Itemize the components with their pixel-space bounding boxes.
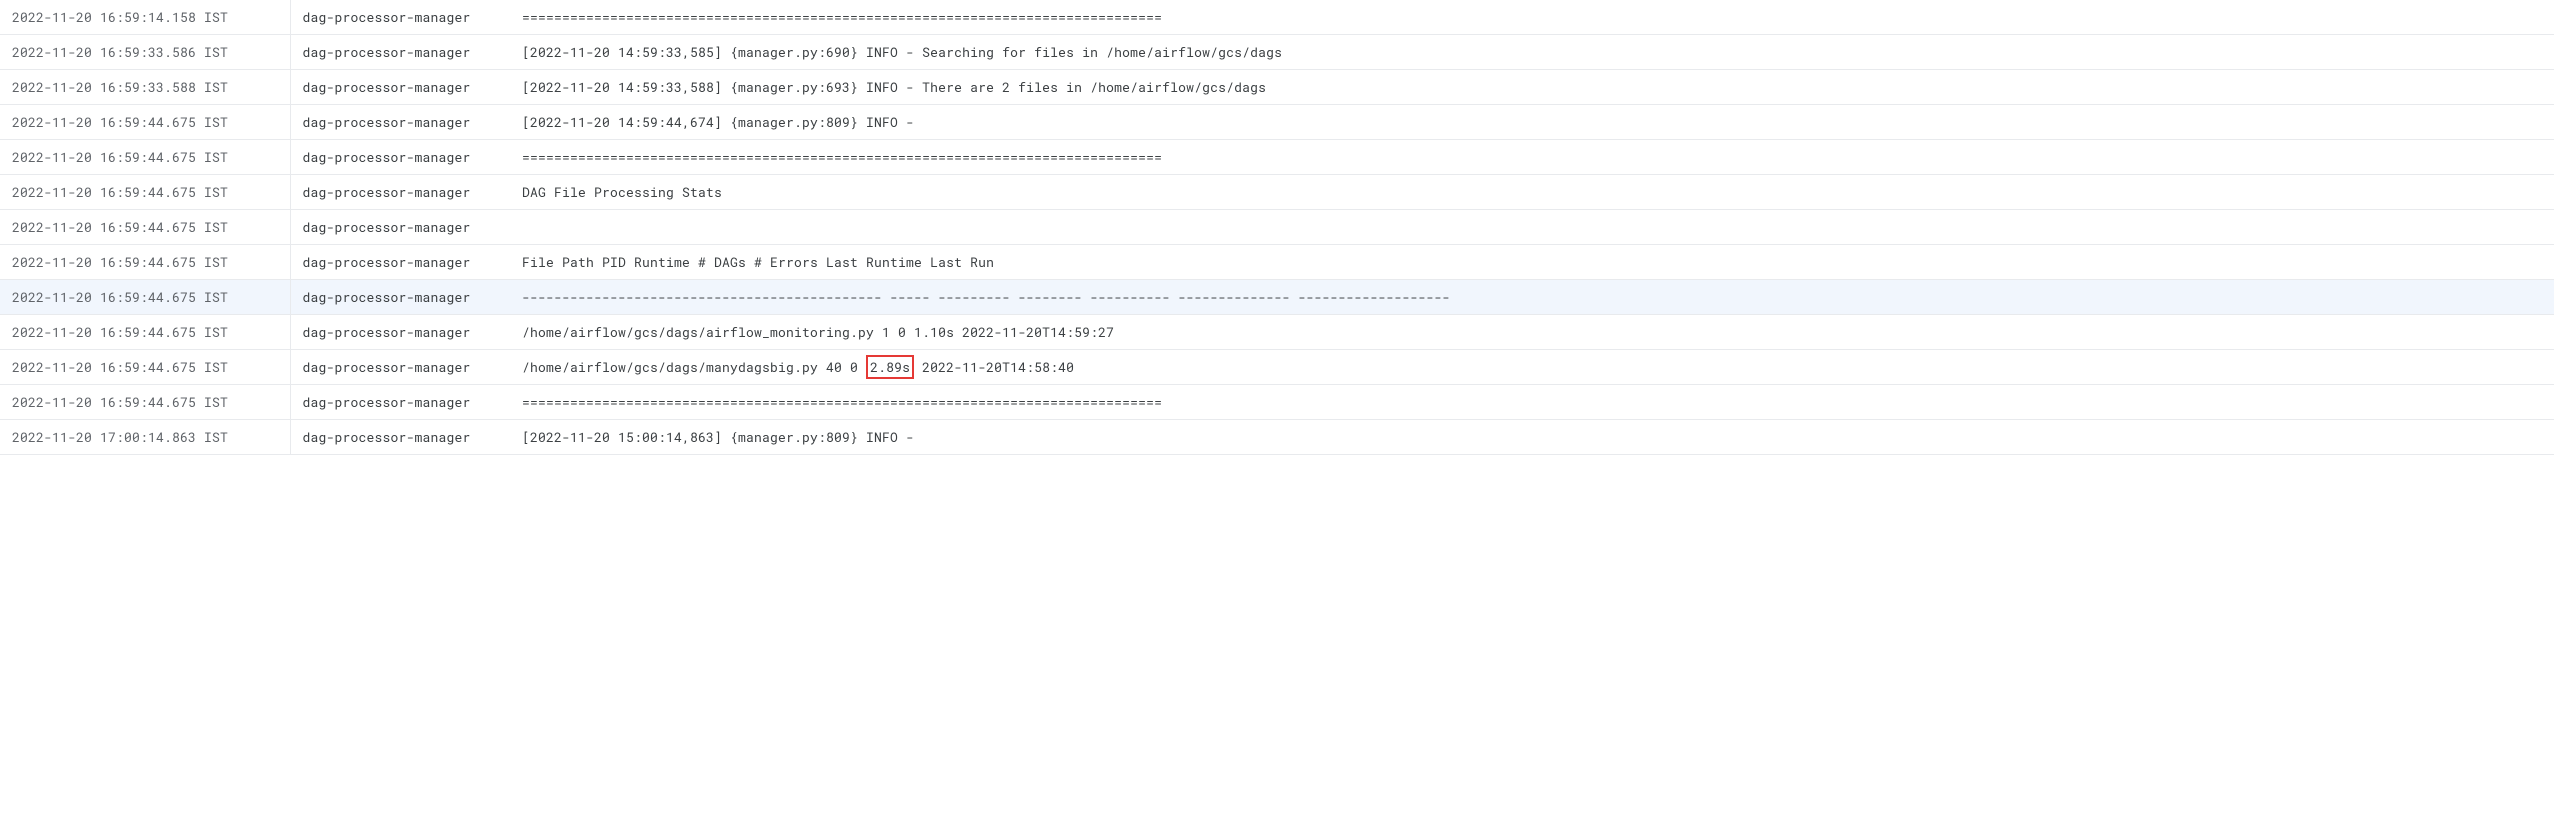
log-source: dag-processor-manager	[290, 105, 510, 140]
log-timestamp: 2022-11-20 16:59:44.675 IST	[0, 315, 290, 350]
log-message: ========================================…	[510, 140, 2554, 175]
log-timestamp: 2022-11-20 16:59:44.675 IST	[0, 210, 290, 245]
log-message: [2022-11-20 15:00:14,863] {manager.py:80…	[510, 420, 2554, 455]
log-timestamp: 2022-11-20 16:59:44.675 IST	[0, 280, 290, 315]
log-message-suffix: 2022-11-20T14:58:40	[914, 358, 1074, 376]
log-row[interactable]: 2022-11-20 16:59:44.675 ISTdag-processor…	[0, 105, 2554, 140]
log-row[interactable]: 2022-11-20 16:59:44.675 ISTdag-processor…	[0, 385, 2554, 420]
log-row[interactable]: 2022-11-20 16:59:44.675 ISTdag-processor…	[0, 140, 2554, 175]
log-timestamp: 2022-11-20 16:59:44.675 IST	[0, 175, 290, 210]
log-source: dag-processor-manager	[290, 175, 510, 210]
log-timestamp: 2022-11-20 17:00:14.863 IST	[0, 420, 290, 455]
log-source: dag-processor-manager	[290, 140, 510, 175]
log-message-prefix: /home/airflow/gcs/dags/manydagsbig.py 40…	[522, 358, 866, 376]
log-message: [2022-11-20 14:59:33,588] {manager.py:69…	[510, 70, 2554, 105]
log-row[interactable]: 2022-11-20 16:59:44.675 ISTdag-processor…	[0, 280, 2554, 315]
log-source: dag-processor-manager	[290, 385, 510, 420]
log-row[interactable]: 2022-11-20 17:00:14.863 ISTdag-processor…	[0, 420, 2554, 455]
log-message: DAG File Processing Stats	[510, 175, 2554, 210]
log-timestamp: 2022-11-20 16:59:44.675 IST	[0, 350, 290, 385]
log-timestamp: 2022-11-20 16:59:44.675 IST	[0, 245, 290, 280]
log-row[interactable]: 2022-11-20 16:59:44.675 ISTdag-processor…	[0, 210, 2554, 245]
log-source: dag-processor-manager	[290, 315, 510, 350]
log-message: /home/airflow/gcs/dags/airflow_monitorin…	[510, 315, 2554, 350]
log-message: ========================================…	[510, 0, 2554, 35]
log-row[interactable]: 2022-11-20 16:59:44.675 ISTdag-processor…	[0, 175, 2554, 210]
log-source: dag-processor-manager	[290, 210, 510, 245]
log-table: 2022-11-20 16:59:14.158 ISTdag-processor…	[0, 0, 2554, 455]
log-message: ----------------------------------------…	[510, 280, 2554, 315]
log-message: File Path PID Runtime # DAGs # Errors La…	[510, 245, 2554, 280]
log-source: dag-processor-manager	[290, 420, 510, 455]
log-source: dag-processor-manager	[290, 245, 510, 280]
log-row[interactable]: 2022-11-20 16:59:44.675 ISTdag-processor…	[0, 350, 2554, 385]
log-timestamp: 2022-11-20 16:59:44.675 IST	[0, 140, 290, 175]
log-row[interactable]: 2022-11-20 16:59:33.586 ISTdag-processor…	[0, 35, 2554, 70]
log-row[interactable]: 2022-11-20 16:59:44.675 ISTdag-processor…	[0, 315, 2554, 350]
log-timestamp: 2022-11-20 16:59:33.588 IST	[0, 70, 290, 105]
log-timestamp: 2022-11-20 16:59:14.158 IST	[0, 0, 290, 35]
log-row[interactable]: 2022-11-20 16:59:44.675 ISTdag-processor…	[0, 245, 2554, 280]
log-message: ========================================…	[510, 385, 2554, 420]
log-row[interactable]: 2022-11-20 16:59:33.588 ISTdag-processor…	[0, 70, 2554, 105]
log-message: [2022-11-20 14:59:33,585] {manager.py:69…	[510, 35, 2554, 70]
log-row[interactable]: 2022-11-20 16:59:14.158 ISTdag-processor…	[0, 0, 2554, 35]
log-table-body: 2022-11-20 16:59:14.158 ISTdag-processor…	[0, 0, 2554, 455]
log-source: dag-processor-manager	[290, 70, 510, 105]
log-source: dag-processor-manager	[290, 0, 510, 35]
log-timestamp: 2022-11-20 16:59:44.675 IST	[0, 385, 290, 420]
highlight-box: 2.89s	[866, 355, 914, 379]
log-source: dag-processor-manager	[290, 35, 510, 70]
log-source: dag-processor-manager	[290, 350, 510, 385]
log-timestamp: 2022-11-20 16:59:44.675 IST	[0, 105, 290, 140]
log-message: [2022-11-20 14:59:44,674] {manager.py:80…	[510, 105, 2554, 140]
log-timestamp: 2022-11-20 16:59:33.586 IST	[0, 35, 290, 70]
log-message	[510, 210, 2554, 245]
log-message: /home/airflow/gcs/dags/manydagsbig.py 40…	[510, 350, 2554, 385]
log-source: dag-processor-manager	[290, 280, 510, 315]
